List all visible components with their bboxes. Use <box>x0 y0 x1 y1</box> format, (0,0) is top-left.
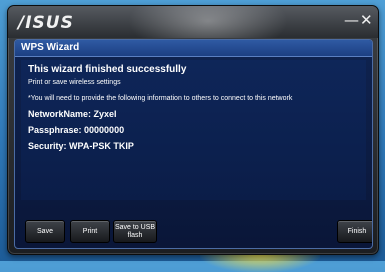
note-text: *You will need to provide the following … <box>28 95 293 102</box>
wps-wizard-panel: WPS Wizard This wizard finished successf… <box>14 39 373 249</box>
asus-logo: /ISUS <box>18 13 74 33</box>
save-button[interactable]: Save <box>25 220 65 243</box>
panel-header: WPS Wizard <box>15 40 372 57</box>
network-name-value: NetworkName: Zyxel <box>28 109 117 119</box>
window-titlebar[interactable]: /ISUS — ✕ <box>8 6 378 38</box>
security-value: Security: WPA-PSK TKIP <box>28 141 134 151</box>
save-to-usb-button[interactable]: Save to USB flash <box>113 220 157 243</box>
wizard-content: This wizard finished successfully Print … <box>21 60 366 200</box>
close-button[interactable]: ✕ <box>360 11 373 29</box>
subtitle-text: Print or save wireless settings <box>28 79 121 86</box>
button-bar: Save Print Save to USB flash Finish <box>21 220 372 243</box>
success-message: This wizard finished successfully <box>28 64 187 75</box>
minimize-button[interactable]: — <box>344 11 359 29</box>
print-button[interactable]: Print <box>70 220 110 243</box>
asus-wps-wizard-window: /ISUS — ✕ WPS Wizard This wizard finishe… <box>7 5 379 255</box>
passphrase-value: Passphrase: 00000000 <box>28 125 125 135</box>
titlebar-shine <box>128 6 288 38</box>
panel-title: WPS Wizard <box>21 42 80 53</box>
finish-button[interactable]: Finish <box>337 220 372 243</box>
